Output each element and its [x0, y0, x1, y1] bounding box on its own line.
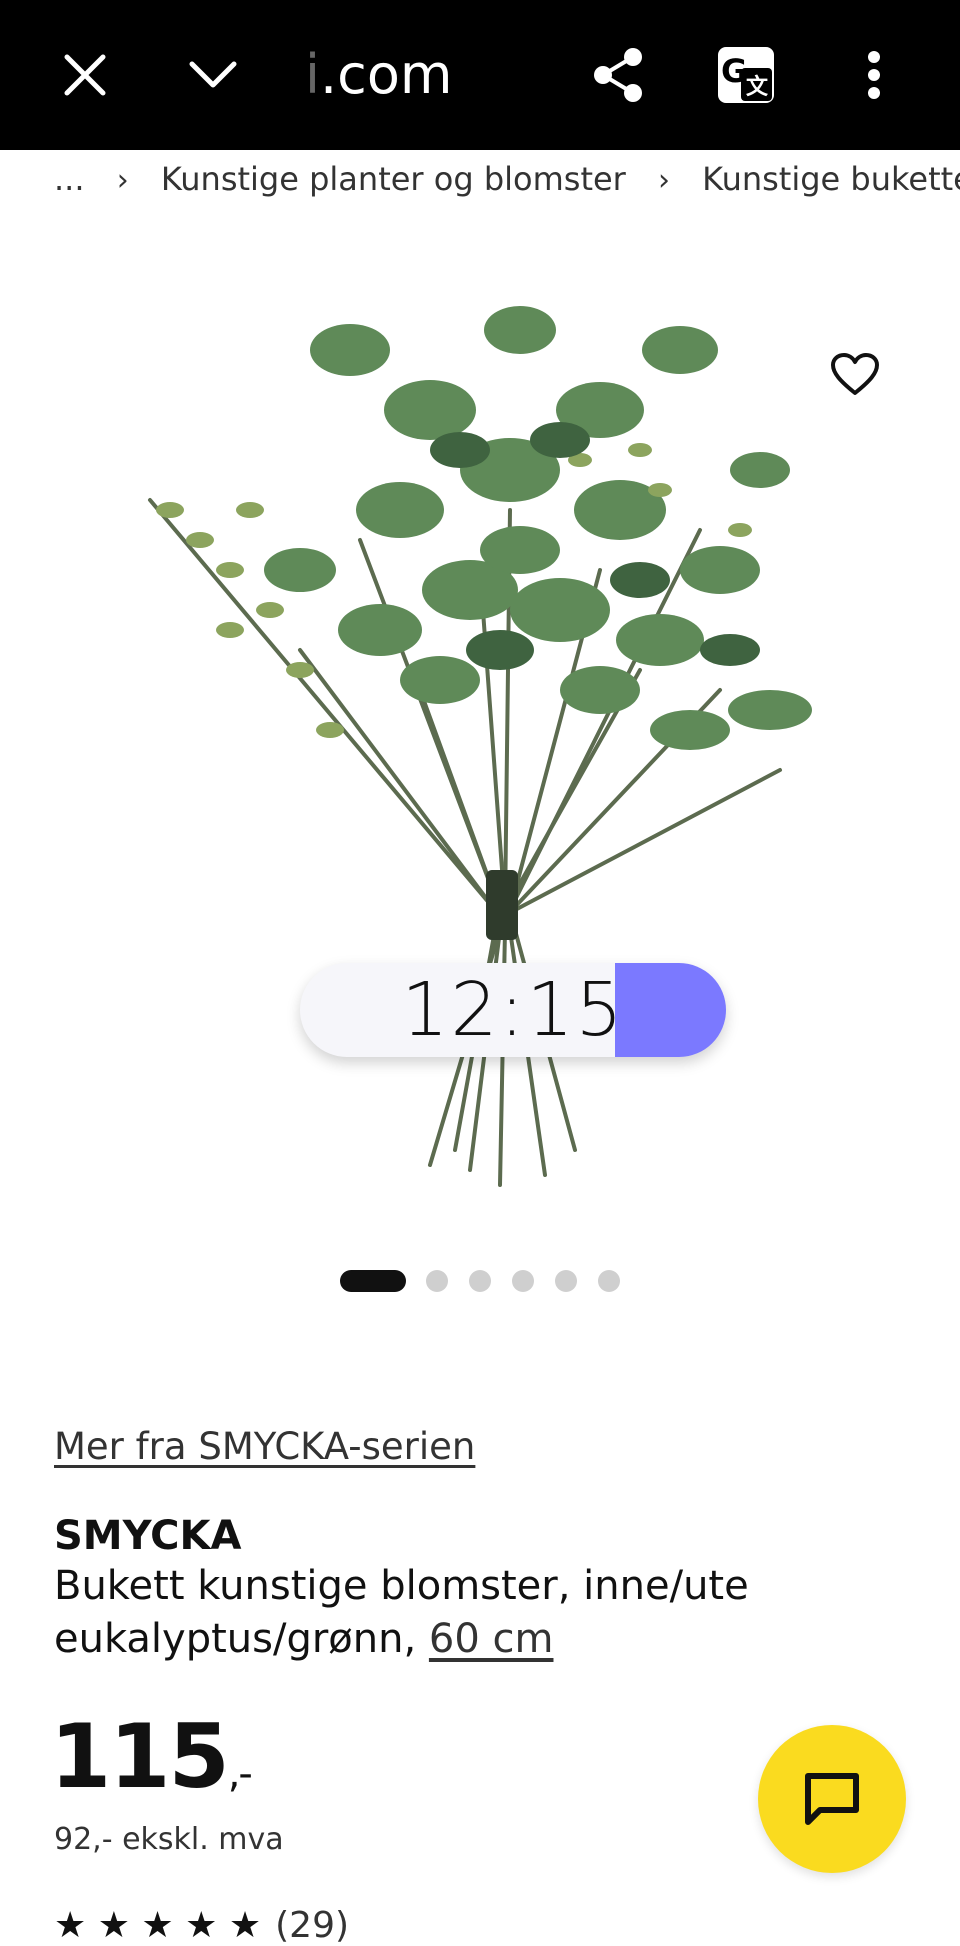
product-price: 115,-: [50, 1705, 253, 1808]
carousel-dot[interactable]: [512, 1270, 534, 1292]
close-icon[interactable]: [45, 35, 125, 115]
url-bar[interactable]: i.com: [305, 40, 453, 110]
share-icon[interactable]: [578, 35, 658, 115]
svg-text:G: G: [721, 52, 747, 90]
carousel-indicator: [340, 1270, 641, 1292]
chevron-down-icon[interactable]: [173, 35, 253, 115]
chat-icon: [805, 1773, 859, 1825]
translate-icon[interactable]: G 文: [706, 35, 786, 115]
product-size-link[interactable]: 60 cm: [429, 1616, 554, 1662]
carousel-dot[interactable]: [340, 1270, 406, 1292]
rating-stars-icon: ★ ★ ★ ★ ★: [54, 1905, 262, 1946]
more-vert-icon[interactable]: [834, 35, 914, 115]
url-text: .com: [320, 43, 453, 106]
product-desc-line2: eukalyptus/grønn,: [54, 1616, 429, 1662]
price-value: 115: [50, 1705, 230, 1808]
clock-overlay: 12:15: [300, 963, 726, 1057]
carousel-dot[interactable]: [426, 1270, 448, 1292]
product-desc-line1: Bukett kunstige blomster, inne/ute: [54, 1563, 749, 1609]
price-suffix: ,-: [227, 1751, 253, 1797]
svg-text:文: 文: [746, 74, 769, 100]
url-faded: i: [305, 43, 321, 106]
chevron-right-icon: ›: [658, 163, 670, 198]
carousel-dot[interactable]: [555, 1270, 577, 1292]
breadcrumb-item[interactable]: Kunstige buketter: [702, 160, 960, 198]
chat-button[interactable]: [758, 1725, 906, 1873]
breadcrumb-item[interactable]: Kunstige planter og blomster: [161, 160, 626, 198]
chevron-right-icon: ›: [116, 163, 129, 198]
breadcrumb: ... › Kunstige planter og blomster › Kun…: [54, 158, 960, 200]
series-link[interactable]: Mer fra SMYCKA-serien: [54, 1425, 475, 1468]
heart-icon[interactable]: [820, 340, 890, 410]
rating-count: (29): [275, 1905, 350, 1946]
carousel-dot[interactable]: [598, 1270, 620, 1292]
browser-top-bar: i.com G 文: [0, 0, 960, 150]
product-description: Bukett kunstige blomster, inne/ute eukal…: [54, 1560, 874, 1666]
breadcrumb-ellipsis[interactable]: ...: [54, 160, 85, 198]
product-name: SMYCKA: [54, 1513, 242, 1559]
clock-time: 12:15: [401, 967, 625, 1053]
rating[interactable]: ★ ★ ★ ★ ★ (29): [54, 1905, 349, 1946]
product-image[interactable]: [0, 210, 960, 1210]
price-excl-vat: 92,- ekskl. mva: [54, 1822, 284, 1857]
carousel-dot[interactable]: [469, 1270, 491, 1292]
